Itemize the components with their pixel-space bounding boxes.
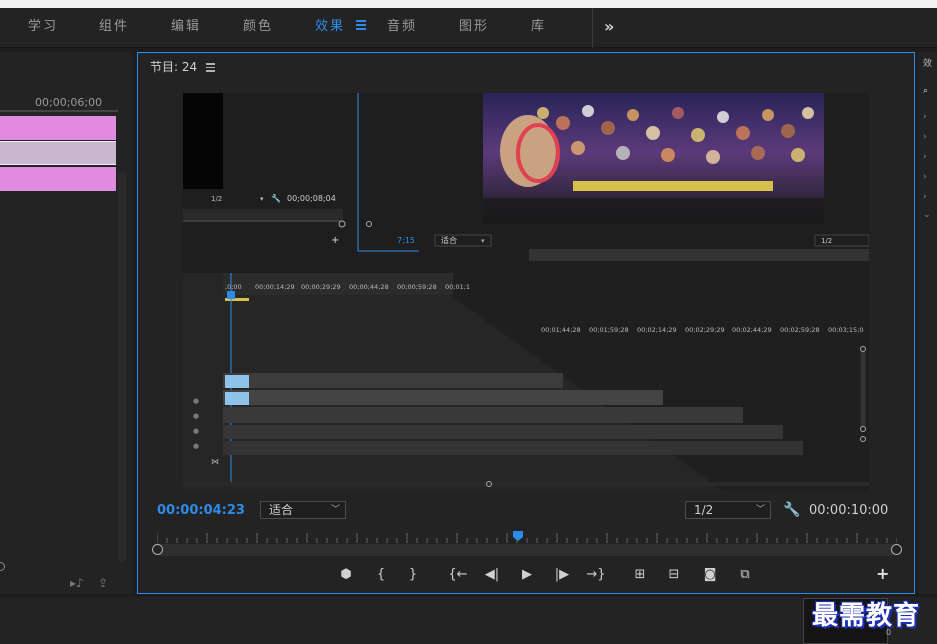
zoom-handle-left[interactable] bbox=[152, 544, 163, 555]
tab-assembly[interactable]: 组件 bbox=[99, 8, 129, 48]
tab-color[interactable]: 颜色 bbox=[243, 8, 273, 48]
svg-text:7;15: 7;15 bbox=[397, 236, 415, 245]
chevron-right-icon[interactable]: › bbox=[923, 112, 927, 122]
duration-timecode: 00:00:10:00 bbox=[809, 503, 889, 518]
chevron-down-icon: ﹀ bbox=[330, 505, 340, 515]
audio-clip-lilac[interactable] bbox=[0, 141, 116, 165]
svg-text:⋈: ⋈ bbox=[211, 457, 219, 466]
current-timecode[interactable]: 00:00:04:23 bbox=[157, 503, 245, 518]
chevron-down-icon: ﹀ bbox=[755, 505, 765, 515]
more-workspaces-icon[interactable]: » bbox=[604, 8, 614, 48]
export-icon[interactable]: ⇪ bbox=[98, 576, 108, 590]
tab-effects-menu-icon[interactable] bbox=[356, 20, 366, 30]
tab-audio[interactable]: 音频 bbox=[387, 8, 417, 48]
audio-output-icon[interactable]: ▸♪ bbox=[70, 576, 84, 590]
watermark-logo: 最需教育 bbox=[812, 601, 921, 631]
svg-text:1/2: 1/2 bbox=[821, 237, 832, 245]
svg-text:00;02;59;28: 00;02;59;28 bbox=[780, 326, 820, 334]
svg-text:●: ● bbox=[193, 427, 199, 435]
left-ruler-timecode: 00;00;06;00 bbox=[35, 96, 103, 109]
tab-libraries[interactable]: 库 bbox=[531, 8, 546, 48]
svg-text:00;00;44;28: 00;00;44;28 bbox=[349, 283, 389, 291]
source-res-text: 1/2 bbox=[211, 195, 222, 203]
svg-text:🔧: 🔧 bbox=[271, 193, 281, 203]
extract-icon[interactable]: ⊟ bbox=[663, 565, 685, 585]
step-back-icon[interactable]: ◀| bbox=[481, 565, 503, 585]
svg-text:▾: ▾ bbox=[481, 237, 485, 245]
svg-text:00;02;14;29: 00;02;14;29 bbox=[637, 326, 677, 334]
search-icon[interactable]: ⌕ bbox=[923, 86, 928, 96]
svg-text:▾: ▾ bbox=[260, 195, 264, 203]
tab-divider bbox=[592, 8, 593, 48]
program-panel-menu-icon[interactable] bbox=[206, 63, 215, 74]
button-editor-add-icon[interactable]: + bbox=[876, 564, 889, 583]
mark-out-icon[interactable]: } bbox=[402, 565, 424, 585]
svg-text:00;01;1: 00;01;1 bbox=[445, 283, 470, 291]
left-vertical-scrollbar[interactable] bbox=[118, 172, 126, 562]
video-clip-pink-2[interactable] bbox=[0, 167, 116, 191]
chevron-right-icon[interactable]: › bbox=[923, 172, 927, 182]
playback-resolution-select[interactable]: 1/2 ﹀ bbox=[685, 501, 771, 519]
playback-resolution-value: 1/2 bbox=[694, 503, 714, 517]
tab-editing[interactable]: 编辑 bbox=[171, 8, 201, 48]
right-effects-panel-edge: 效 ⌕ › › › › › ⌄ bbox=[918, 52, 937, 594]
chevron-right-icon[interactable]: › bbox=[923, 132, 927, 142]
svg-text:00;01;44;28: 00;01;44;28 bbox=[541, 326, 581, 334]
bottom-panel bbox=[0, 597, 937, 644]
zoom-scroll-bar[interactable] bbox=[157, 544, 897, 556]
export-frame-icon[interactable]: ◙ bbox=[699, 565, 721, 585]
svg-text:00;00;08;04: 00;00;08;04 bbox=[287, 194, 336, 203]
compare-view-icon[interactable]: ⧉ bbox=[734, 565, 756, 585]
svg-text:00;00;29;29: 00;00;29;29 bbox=[301, 283, 341, 291]
add-marker-icon[interactable]: ⬢ bbox=[335, 565, 357, 585]
svg-text:●: ● bbox=[193, 442, 199, 450]
video-clip-pink[interactable] bbox=[0, 116, 116, 140]
go-to-in-icon[interactable]: {← bbox=[447, 565, 469, 585]
tab-effects[interactable]: 效果 bbox=[315, 8, 345, 48]
svg-text:●: ● bbox=[193, 397, 199, 405]
program-preview-frame[interactable]: 1/2 ▾ 🔧 00;00;08;04 + 7;15 适合 ▾ 1/2 ,0;0… bbox=[183, 93, 869, 491]
step-forward-icon[interactable]: |▶ bbox=[551, 565, 573, 585]
play-icon[interactable]: ▶ bbox=[516, 565, 538, 585]
svg-text:00;00;59;28: 00;00;59;28 bbox=[397, 283, 437, 291]
zoom-level-select[interactable]: 适合 ﹀ bbox=[260, 501, 346, 519]
program-monitor-panel: 节目: 24 1/2 ▾ 🔧 00;00;08;04 + 7;15 适合 ▾ 1… bbox=[137, 52, 915, 594]
tab-learn[interactable]: 学习 bbox=[28, 8, 58, 48]
svg-text:00;02;44;29: 00;02;44;29 bbox=[732, 326, 772, 334]
chevron-down-icon[interactable]: ⌄ bbox=[923, 210, 931, 220]
top-window-strip bbox=[0, 0, 937, 8]
svg-text:+: + bbox=[331, 235, 339, 246]
svg-text:●: ● bbox=[193, 412, 199, 420]
settings-wrench-icon[interactable]: 🔧 bbox=[783, 502, 800, 518]
left-zoom-handle[interactable] bbox=[0, 562, 5, 571]
panel-title-fragment-icon: 效 bbox=[923, 59, 933, 69]
svg-text:00;03;15;0: 00;03;15;0 bbox=[828, 326, 864, 334]
svg-text:,0;00: ,0;00 bbox=[225, 283, 242, 291]
mark-in-icon[interactable]: { bbox=[370, 565, 392, 585]
go-to-out-icon[interactable]: →} bbox=[585, 565, 607, 585]
workspace-tabbar: 学习 组件 编辑 颜色 效果 音频 图形 库 » bbox=[0, 8, 937, 48]
svg-text:00;01;59;28: 00;01;59;28 bbox=[589, 326, 629, 334]
chevron-right-icon[interactable]: › bbox=[923, 192, 927, 202]
preview-canvas: 1/2 ▾ 🔧 00;00;08;04 + 7;15 适合 ▾ 1/2 ,0;0… bbox=[183, 93, 869, 491]
left-timeline-panel: 00;00;06;00 ▸♪ ⇪ bbox=[0, 52, 133, 594]
svg-text:适合: 适合 bbox=[441, 235, 457, 245]
lift-icon[interactable]: ⊞ bbox=[629, 565, 651, 585]
time-ruler-ticks[interactable] bbox=[157, 531, 897, 543]
chevron-right-icon[interactable]: › bbox=[923, 152, 927, 162]
program-panel-title[interactable]: 节目: 24 bbox=[150, 58, 197, 75]
left-time-ruler[interactable] bbox=[0, 110, 118, 112]
zoom-level-value: 适合 bbox=[269, 503, 294, 517]
tab-graphics[interactable]: 图形 bbox=[459, 8, 489, 48]
svg-text:00;00;14;29: 00;00;14;29 bbox=[255, 283, 295, 291]
zoom-handle-right[interactable] bbox=[891, 544, 902, 555]
svg-text:00;02;29;29: 00;02;29;29 bbox=[685, 326, 725, 334]
